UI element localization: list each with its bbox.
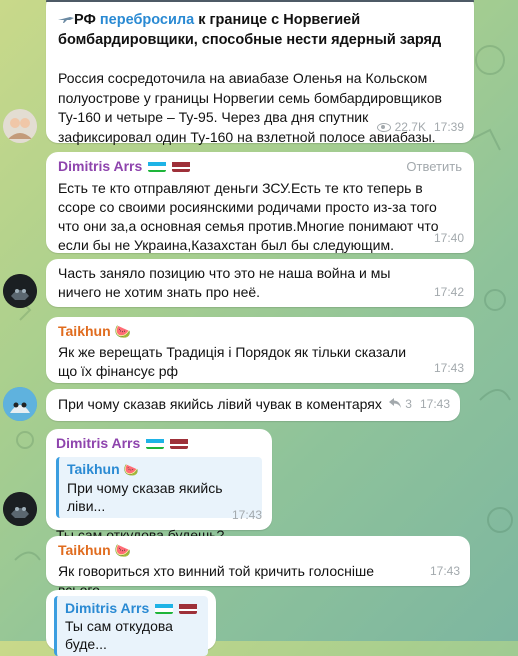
uzbekistan-flag-icon <box>148 160 167 172</box>
channel-post-bubble: РФ перебросила к границе с Норвегией бом… <box>46 0 474 145</box>
jet-icon <box>58 10 74 23</box>
quote-sender: Taikhun 🍉 <box>67 461 139 477</box>
avatar-taikhun[interactable] <box>3 387 37 421</box>
message-bubble: Dimitris Arrs Taikhun 🍉 При чому сказав … <box>46 429 272 543</box>
message-time: 17:40 <box>433 231 464 245</box>
message-bubble: Dimitris Arrs Ответить Есть те кто отпра… <box>46 152 474 253</box>
sender-name[interactable]: Taikhun 🍉 <box>58 541 458 560</box>
quote-text: При чому сказав якийсь ліви... <box>67 480 223 514</box>
watermelon-icon: 🍉 <box>114 543 131 558</box>
message-text: Часть заняло позицию что это не наша вой… <box>58 265 391 300</box>
reply-arrow-icon[interactable] <box>389 395 402 414</box>
quote-sender: Dimitris Arrs <box>65 599 200 617</box>
message-meta: 3 17:43 <box>389 395 450 414</box>
media-preview-edge <box>46 0 474 2</box>
message-text: Есть те кто отправляют деньги ЗСУ.Есть т… <box>58 180 439 253</box>
sender-name[interactable]: Taikhun 🍉 <box>58 322 462 341</box>
latvia-flag-icon <box>172 160 191 172</box>
sender-name[interactable]: Dimitris Arrs <box>58 157 191 176</box>
message-text: Як же верещать Традиція і Порядок як тіл… <box>58 344 407 379</box>
quote-text: Ты сам откудова буде... <box>65 618 173 652</box>
post-link[interactable]: перебросила <box>100 12 194 28</box>
post-title: РФ перебросила к границе с Норвегией бом… <box>58 10 442 48</box>
message-time: 17:43 <box>429 564 460 578</box>
message-time: 17:43 <box>231 508 262 522</box>
avatar-dimitris[interactable] <box>3 492 37 526</box>
eye-icon <box>376 123 391 132</box>
message-bubble: Dimitris Arrs Ты сам откудова буде... <box>46 590 216 656</box>
message-bubble: Часть заняло позицию что это не наша вой… <box>46 259 474 307</box>
replies-count[interactable]: 3 <box>405 395 412 414</box>
post-meta: 22.7K 17:39 <box>376 118 464 137</box>
avatar-channel[interactable] <box>3 109 37 143</box>
uzbekistan-flag-icon <box>155 602 174 614</box>
quoted-reply[interactable]: Dimitris Arrs Ты сам откудова буде... <box>54 596 208 656</box>
message-bubble: При чому сказав якийсь лівий чувак в ком… <box>46 389 460 421</box>
message-bubble: Taikhun 🍉 Як же верещать Традиція і Поря… <box>46 317 474 383</box>
reply-button[interactable]: Ответить <box>406 157 462 176</box>
message-time: 17:43 <box>433 361 464 375</box>
latvia-flag-icon <box>179 602 198 614</box>
uzbekistan-flag-icon <box>146 437 165 449</box>
watermelon-icon: 🍉 <box>123 463 139 477</box>
sender-name[interactable]: Dimitris Arrs <box>56 434 262 452</box>
avatar-dimitris[interactable] <box>3 274 37 308</box>
message-time: 17:42 <box>433 285 464 299</box>
message-bubble: Taikhun 🍉 Як говориться хто винний той к… <box>46 536 470 598</box>
watermelon-icon: 🍉 <box>114 324 131 339</box>
latvia-flag-icon <box>170 437 189 449</box>
